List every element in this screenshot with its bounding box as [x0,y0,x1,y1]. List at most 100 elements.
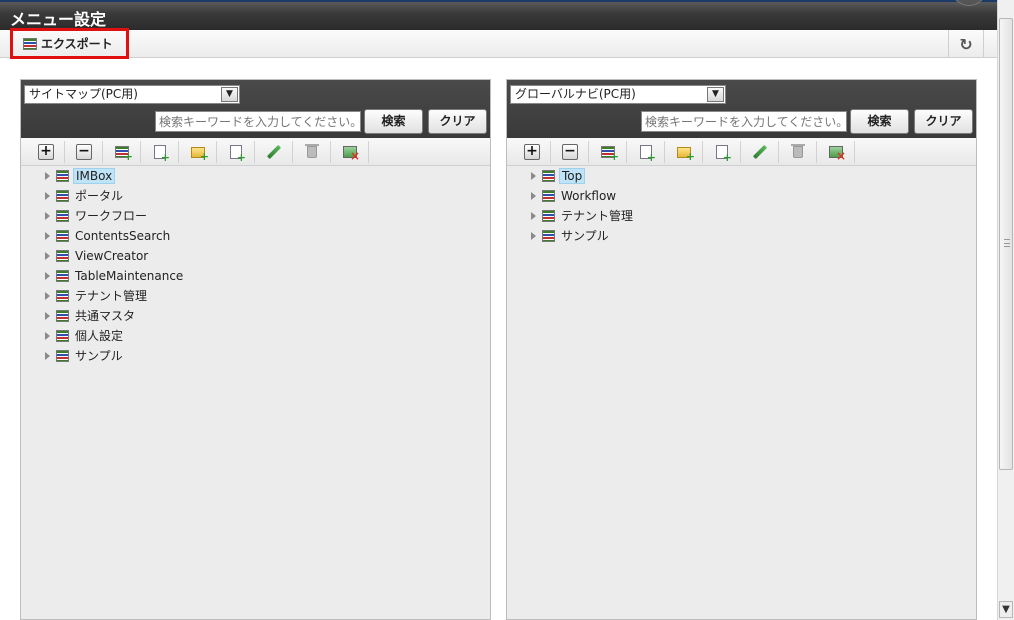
chevron-right-icon[interactable] [44,232,52,240]
delete-button[interactable] [294,141,331,163]
collapse-all-button[interactable]: − [66,141,103,163]
corner-decoration [951,0,987,6]
export-label: エクスポート [41,37,113,51]
global-nav-panel: グローバルナビ(PC用) ▼ 検索 クリア + − Top Workflow テ… [506,79,977,620]
menu-icon [56,310,69,322]
add-document-button[interactable] [218,141,255,163]
remove-image-icon [829,146,846,163]
panel-header: サイトマップ(PC用) ▼ 検索 クリア [21,80,490,138]
tree-node[interactable]: サンプル [530,227,611,245]
chevron-right-icon[interactable] [530,192,538,200]
tree-node[interactable]: IMBox [44,167,116,185]
menu-icon [56,230,69,242]
expand-all-icon: + [524,144,540,160]
add-folder-button[interactable] [666,141,703,163]
export-button[interactable]: エクスポート [10,28,129,59]
menu-select[interactable]: サイトマップ(PC用) ▼ [24,85,240,104]
chevron-right-icon[interactable] [44,352,52,360]
refresh-icon: ↻ [959,34,973,54]
menu-icon [56,350,69,362]
remove-image-button[interactable] [332,141,369,163]
tree-node[interactable]: テナント管理 [44,287,149,305]
add-menu-icon [115,146,133,162]
tree-node[interactable]: Top [530,167,586,185]
chevron-right-icon[interactable] [530,172,538,180]
remove-image-icon [343,146,360,163]
tree-node[interactable]: ViewCreator [44,247,150,265]
chevron-right-icon[interactable] [44,292,52,300]
page-scrollbar[interactable]: ▼ [997,0,1014,620]
chevron-right-icon[interactable] [44,252,52,260]
tree-node[interactable]: ContentsSearch [44,227,172,245]
refresh-button[interactable]: ↻ [948,30,984,58]
grip-icon [1004,239,1010,247]
clear-button[interactable]: クリア [428,109,487,134]
add-page-icon [154,145,170,163]
menu-icon [542,210,555,222]
menu-tree: IMBox ポータル ワークフロー ContentsSearch ViewCre… [21,167,490,619]
export-icon [23,37,37,50]
collapse-all-button[interactable]: − [552,141,589,163]
search-button[interactable]: 検索 [364,109,423,134]
add-document-icon [716,145,732,163]
menu-select[interactable]: グローバルナビ(PC用) ▼ [510,85,726,104]
add-page-button[interactable] [628,141,665,163]
edit-icon [752,144,768,160]
expand-all-button[interactable]: + [514,141,551,163]
tree-node[interactable]: 共通マスタ [44,307,137,325]
scrollbar-thumb[interactable] [999,18,1013,470]
expand-all-icon: + [38,144,54,160]
chevron-right-icon[interactable] [44,212,52,220]
tree-node[interactable]: ポータル [44,187,125,205]
add-page-icon [640,145,656,163]
delete-icon [791,144,805,158]
tree-node[interactable]: TableMaintenance [44,267,185,285]
clear-button[interactable]: クリア [914,109,973,134]
remove-image-button[interactable] [818,141,855,163]
edit-button[interactable] [256,141,293,163]
chevron-right-icon[interactable] [530,232,538,240]
tree-node[interactable]: Workflow [530,187,618,205]
menu-icon [542,170,555,182]
add-document-icon [230,145,246,163]
search-button[interactable]: 検索 [850,109,909,134]
sitemap-panel: サイトマップ(PC用) ▼ 検索 クリア + − IMBox ポータル ワークフ… [20,79,491,620]
delete-button[interactable] [780,141,817,163]
chevron-right-icon[interactable] [44,172,52,180]
collapse-all-icon: − [76,144,92,160]
chevron-down-icon[interactable]: ▼ [221,87,238,102]
menu-icon [56,270,69,282]
menu-tree: Top Workflow テナント管理 サンプル [507,167,976,619]
add-folder-icon [191,146,209,162]
add-menu-button[interactable] [590,141,627,163]
chevron-right-icon[interactable] [530,212,538,220]
chevron-right-icon[interactable] [44,332,52,340]
menu-icon [56,210,69,222]
tree-node[interactable]: 個人設定 [44,327,125,345]
add-menu-button[interactable] [104,141,141,163]
add-document-button[interactable] [704,141,741,163]
add-page-button[interactable] [142,141,179,163]
search-input[interactable] [641,111,847,132]
panel-header: グローバルナビ(PC用) ▼ 検索 クリア [507,80,976,138]
add-menu-icon [601,146,619,162]
add-folder-button[interactable] [180,141,217,163]
edit-button[interactable] [742,141,779,163]
menu-icon [542,230,555,242]
expand-all-button[interactable]: + [28,141,65,163]
menu-icon [56,170,69,182]
menu-icon [56,250,69,262]
menu-select-value: グローバルナビ(PC用) [515,87,636,101]
tree-node[interactable]: テナント管理 [530,207,635,225]
scroll-down-button[interactable]: ▼ [999,601,1013,618]
chevron-down-icon[interactable]: ▼ [707,87,724,102]
collapse-all-icon: − [562,144,578,160]
search-input[interactable] [155,111,361,132]
delete-icon [305,144,319,158]
chevron-right-icon[interactable] [44,272,52,280]
chevron-right-icon[interactable] [44,192,52,200]
title-bar: メニュー設定 [0,0,997,30]
chevron-right-icon[interactable] [44,312,52,320]
tree-node[interactable]: ワークフロー [44,207,149,225]
tree-node[interactable]: サンプル [44,347,125,365]
